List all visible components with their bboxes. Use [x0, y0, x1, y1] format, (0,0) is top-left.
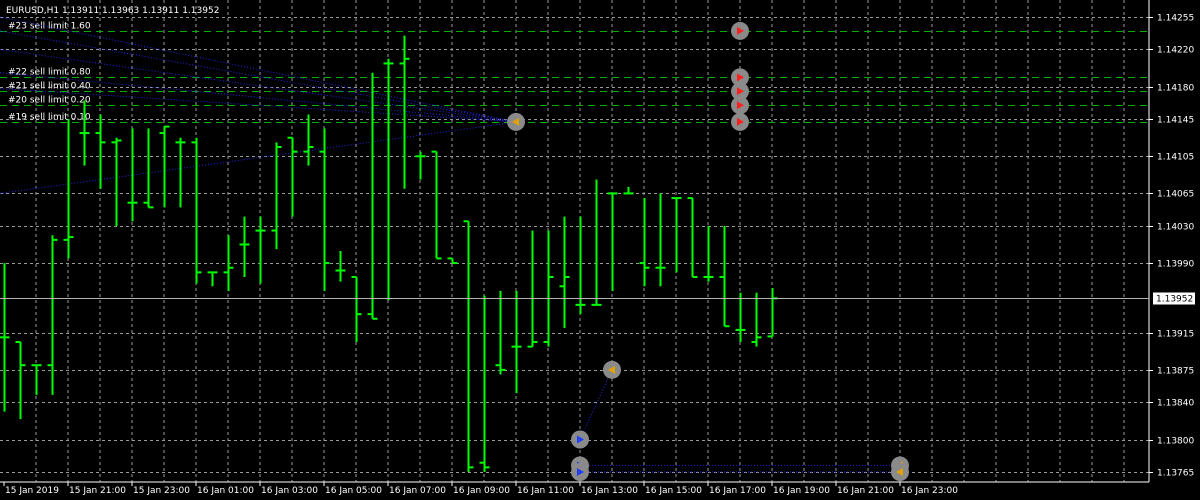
- price-tick-label: 1.13765: [1157, 469, 1194, 479]
- order-marker-icon: [731, 21, 749, 40]
- time-tick-label: 16 Jan 23:00: [901, 486, 958, 496]
- order-marker-icon: [571, 463, 589, 481]
- time-tick-label: 16 Jan 15:00: [645, 486, 702, 496]
- price-tick-label: 1.14220: [1157, 46, 1194, 56]
- price-tick-label: 1.14145: [1157, 116, 1194, 126]
- order-marker-icon: [731, 112, 749, 131]
- time-tick-label: 16 Jan 17:00: [709, 486, 766, 496]
- time-tick-label: 16 Jan 09:00: [453, 486, 510, 496]
- time-tick-label: 16 Jan 01:00: [197, 486, 254, 496]
- time-tick-label: 16 Jan 19:00: [773, 486, 830, 496]
- sell-limit-label: #21 sell limit 0.40: [8, 82, 91, 92]
- order-marker-icon: [507, 112, 525, 131]
- time-tick-label: 15 Jan 23:00: [133, 486, 190, 496]
- sell-limit-label: #23 sell limit 1.60: [8, 22, 91, 32]
- time-tick-label: 15 Jan 21:00: [69, 486, 126, 496]
- order-marker-icon: [571, 430, 589, 449]
- price-tick-label: 1.14180: [1157, 84, 1194, 94]
- price-tick-label: 1.13875: [1157, 367, 1194, 377]
- time-tick-label: 16 Jan 07:00: [389, 486, 446, 496]
- current-price-label: 1.13952: [1156, 295, 1193, 305]
- price-tick-label: 1.14065: [1157, 190, 1194, 200]
- price-tick-label: 1.14255: [1157, 14, 1194, 24]
- order-marker-icon: [603, 360, 621, 379]
- price-tick-label: 1.13990: [1157, 260, 1194, 270]
- time-tick-label: 16 Jan 05:00: [325, 486, 382, 496]
- chart-background: [0, 0, 1200, 500]
- price-tick-label: 1.13915: [1157, 330, 1194, 340]
- sell-limit-label: #22 sell limit 0.80: [8, 68, 91, 78]
- order-marker-icon: [891, 463, 909, 481]
- time-tick-label: 15 Jan 2019: [5, 486, 59, 496]
- order-marker-icon: [731, 96, 749, 115]
- price-chart[interactable]: #23 sell limit 1.60 #22 sell limit 0.80 #2…: [0, 0, 1200, 500]
- time-tick-label: 16 Jan 03:00: [261, 486, 318, 496]
- time-tick-label: 16 Jan 21:00: [837, 486, 894, 496]
- sell-limit-label: #19 sell limit 0.10: [8, 113, 91, 123]
- time-tick-label: 16 Jan 13:00: [581, 486, 638, 496]
- price-tick-label: 1.14030: [1157, 223, 1194, 233]
- chart-title: EURUSD,H1 1.13911 1.13963 1.13911 1.1395…: [6, 6, 219, 16]
- price-tick-label: 1.13840: [1157, 399, 1194, 409]
- time-tick-label: 16 Jan 11:00: [517, 486, 574, 496]
- price-tick-label: 1.14105: [1157, 153, 1194, 163]
- price-tick-label: 1.13800: [1157, 437, 1194, 447]
- sell-limit-label: #20 sell limit 0.20: [8, 96, 91, 106]
